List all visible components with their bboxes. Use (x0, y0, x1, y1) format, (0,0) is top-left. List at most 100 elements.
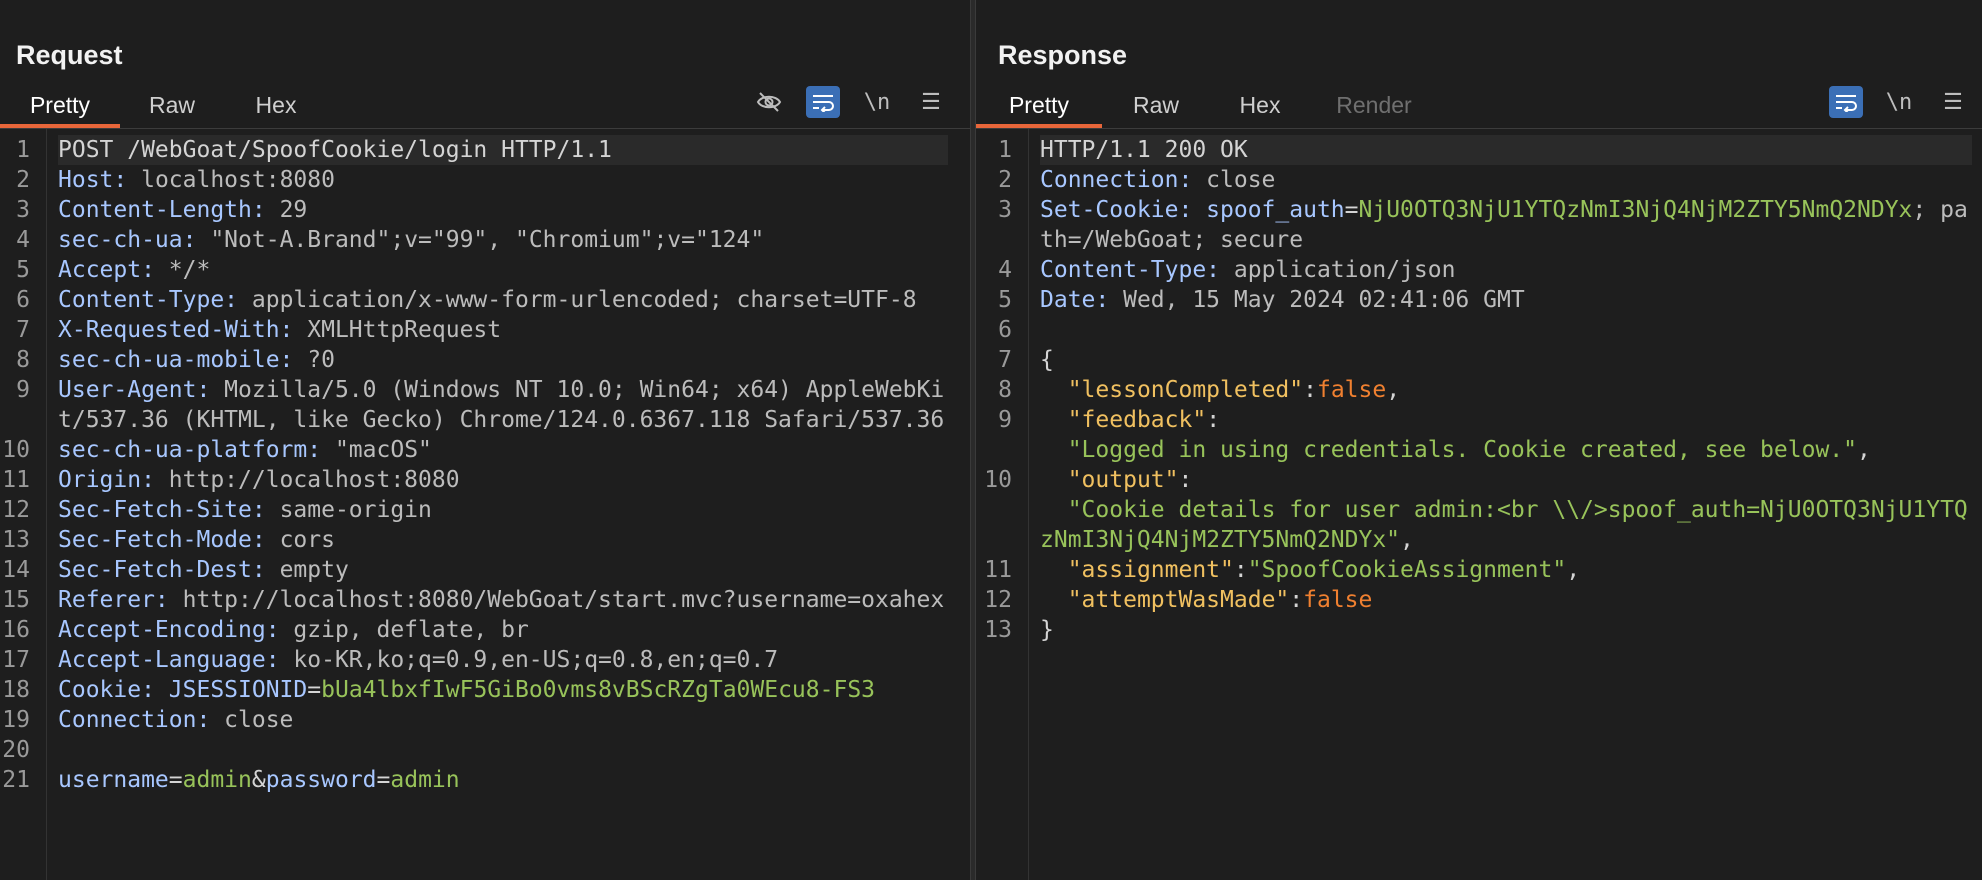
line-code: Connection: close (1040, 165, 1972, 195)
word-wrap-button[interactable] (1829, 86, 1863, 118)
code-line: 4 sec-ch-ua: "Not-A.Brand";v="99", "Chrom… (0, 225, 970, 255)
line-number: 15 (2, 587, 30, 613)
show-newlines-button[interactable]: \n (1882, 86, 1916, 118)
menu-icon[interactable]: ☰ (914, 86, 948, 118)
line-code: "assignment":"SpoofCookieAssignment", (1040, 555, 1972, 585)
line-number: 13 (984, 617, 1012, 643)
line-number: 9 (998, 407, 1012, 433)
code-line: 13} (976, 615, 1982, 645)
code-token: admin (182, 767, 252, 793)
code-token: HTTP/1.1 200 OK (1040, 137, 1248, 163)
code-line: 8 "lessonCompleted":false, (976, 375, 1982, 405)
line-number: 1 (16, 137, 30, 163)
line-code: "lessonCompleted":false, (1040, 375, 1972, 405)
line-number: 10 (2, 437, 30, 463)
code-token: false (1316, 377, 1387, 403)
code-token: password (265, 767, 377, 793)
code-token: Sec-Fetch-Dest: (58, 557, 280, 583)
code-token: , (1566, 557, 1581, 583)
line-code: POST /WebGoat/SpoofCookie/login HTTP/1.1 (58, 135, 948, 165)
code-token: X-Requested-With: (58, 317, 308, 343)
line-number: 2 (16, 167, 30, 193)
code-line: 3 Set-Cookie: spoof_auth=NjU0OTQ3NjU1YTQz… (976, 195, 1982, 255)
code-line: 6 Content-Type: application/x-www-form-ur… (0, 285, 970, 315)
tab-pretty[interactable]: Pretty (976, 92, 1102, 128)
line-code: Host: localhost:8080 (58, 165, 948, 195)
tab-hex[interactable]: Hex (226, 92, 326, 128)
line-number: 5 (16, 257, 30, 283)
line-number: 3 (16, 197, 30, 223)
code-token: & (251, 767, 266, 793)
code-token: same-origin (279, 497, 432, 523)
line-number: 12 (2, 497, 30, 523)
tab-render[interactable]: Render (1314, 92, 1434, 128)
line-number: 9 (16, 377, 30, 403)
code-token: gzip, deflate, br (293, 617, 529, 643)
line-number: 19 (2, 707, 30, 733)
line-number: 7 (16, 317, 30, 343)
line-code: Sec-Fetch-Mode: cors (58, 525, 948, 555)
code-token: "SpoofCookieAssignment" (1247, 557, 1567, 583)
code-token: "output" (1067, 467, 1179, 493)
code-token: sec-ch-ua-platform: (58, 437, 335, 463)
request-pane: Request Pretty Raw Hex \n ☰ 1 POST /WebGo… (0, 0, 970, 880)
code-line: 11 "assignment":"SpoofCookieAssignment", (976, 555, 1982, 585)
hide-nonprintable-button[interactable] (752, 86, 786, 118)
line-code: Sec-Fetch-Site: same-origin (58, 495, 948, 525)
tab-hex[interactable]: Hex (1210, 92, 1310, 128)
request-title: Request (16, 40, 123, 70)
code-line: 13 Sec-Fetch-Mode: cors (0, 525, 970, 555)
tab-raw[interactable]: Raw (122, 92, 222, 128)
code-line: 2 Host: localhost:8080 (0, 165, 970, 195)
line-code: { (1040, 345, 1972, 375)
code-token: Content-Type: (1040, 257, 1234, 283)
word-wrap-button[interactable] (806, 86, 840, 118)
code-line: 5 Date: Wed, 15 May 2024 02:41:06 GMT (976, 285, 1982, 315)
code-token: Host: (58, 167, 142, 193)
code-token: = (376, 767, 391, 793)
line-code: "feedback": "Logged in using credentials… (1040, 405, 1972, 465)
line-number: 6 (16, 287, 30, 313)
line-code: Set-Cookie: spoof_auth=NjU0OTQ3NjU1YTQzN… (1040, 195, 1972, 255)
line-number: 1 (998, 137, 1012, 163)
code-line: 17 Accept-Language: ko-KR,ko;q=0.9,en-US;… (0, 645, 970, 675)
eye-slash-icon (756, 92, 782, 112)
code-token: Accept-Language: (58, 647, 294, 673)
code-token: http://localhost:8080/WebGoat/start.mvc?… (182, 587, 945, 613)
code-token: close (224, 707, 294, 733)
code-token: sec-ch-ua: (58, 227, 211, 253)
code-line: 8 sec-ch-ua-mobile: ?0 (0, 345, 970, 375)
line-code: X-Requested-With: XMLHttpRequest (58, 315, 948, 345)
line-code: Content-Length: 29 (58, 195, 948, 225)
code-token: Set-Cookie: (1040, 197, 1207, 223)
code-token: , (1400, 527, 1414, 553)
line-number: 5 (998, 287, 1012, 313)
code-token: User-Agent: (58, 377, 225, 403)
response-lines: 1 HTTP/1.1 200 OK 2 Connection: close 3 Set-C… (976, 135, 1982, 645)
response-title: Response (998, 40, 1128, 70)
code-token: Content-Type: (58, 287, 252, 313)
request-editor[interactable]: 1 POST /WebGoat/SpoofCookie/login HTTP/1.… (0, 129, 970, 880)
code-token: bUa4lbxfIwF5GiBo0vms8vBScRZgTa0WEcu8-FS3 (321, 677, 876, 703)
code-token: = (307, 677, 322, 703)
code-token: Wed, 15 May 2024 02:41:06 GMT (1123, 287, 1525, 313)
line-code: Content-Type: application/json (1040, 255, 1972, 285)
code-token: close (1206, 167, 1276, 193)
code-token: spoof_auth (1206, 197, 1345, 223)
code-token: ?0 (307, 347, 335, 373)
code-token: } (1040, 617, 1054, 643)
code-token: = (1344, 197, 1359, 223)
tab-raw[interactable]: Raw (1106, 92, 1206, 128)
menu-icon[interactable]: ☰ (1936, 86, 1970, 118)
code-token: : (1233, 557, 1248, 583)
code-line: 11 Origin: http://localhost:8080 (0, 465, 970, 495)
tab-pretty[interactable]: Pretty (0, 92, 120, 128)
code-line: 1 HTTP/1.1 200 OK (976, 135, 1982, 165)
line-code: Cookie: JSESSIONID=bUa4lbxfIwF5GiBo0vms8… (58, 675, 948, 705)
code-token: "assignment" (1067, 557, 1234, 583)
code-token: empty (279, 557, 349, 583)
code-token: "attemptWasMade" (1067, 587, 1290, 613)
show-newlines-button[interactable]: \n (860, 86, 894, 118)
response-editor[interactable]: 1 HTTP/1.1 200 OK 2 Connection: close 3 Set-C… (976, 129, 1982, 880)
